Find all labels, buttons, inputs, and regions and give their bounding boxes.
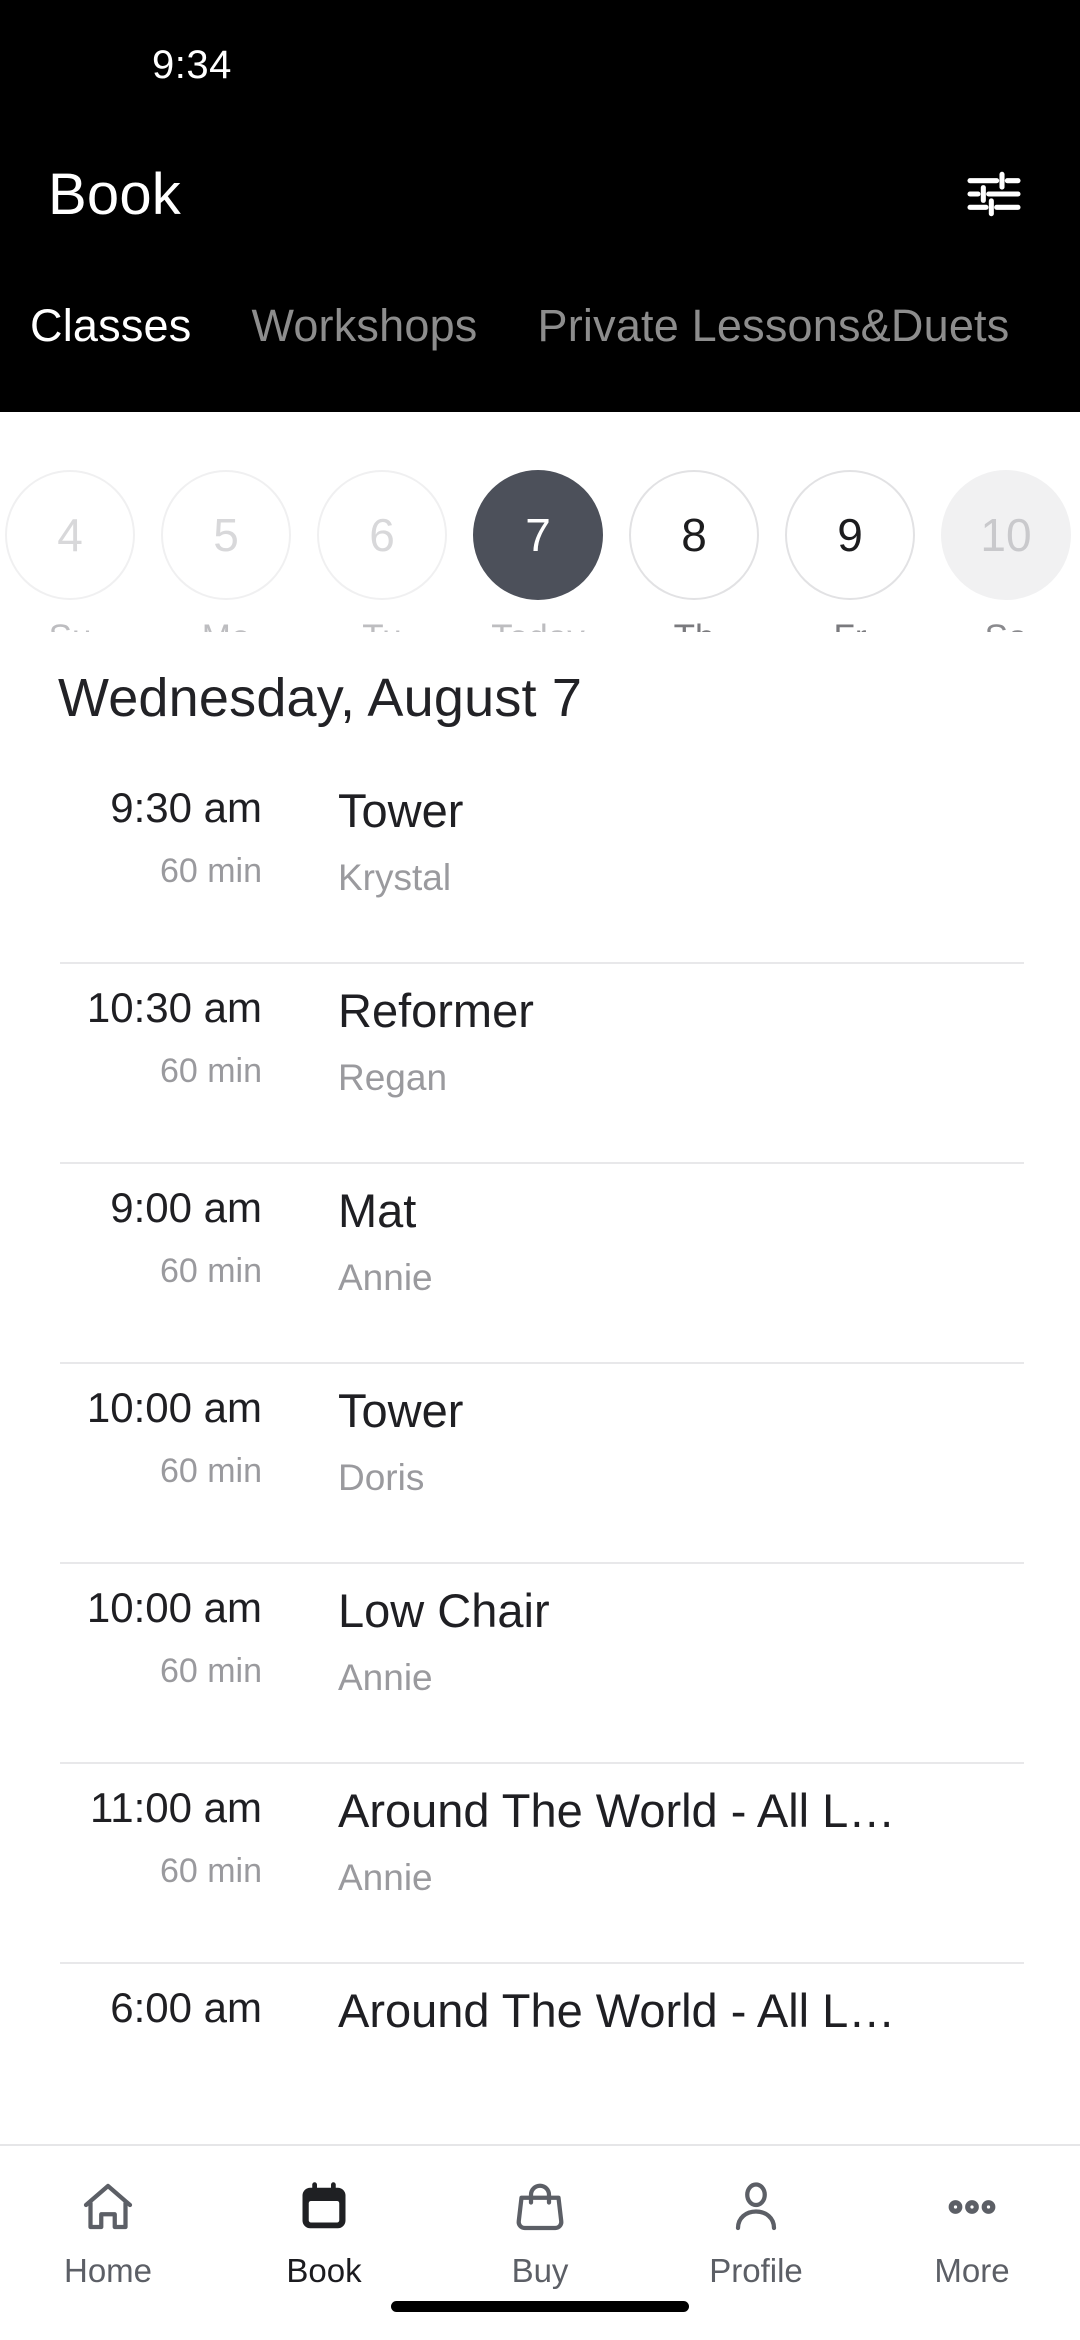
status-bar-clock: 9:34 (152, 42, 232, 87)
date-cell-6[interactable]: 6 Tu (304, 470, 460, 632)
app-header: 9:34 Book Classes Workshops Private Less… (0, 0, 1080, 412)
class-instructor: Doris (338, 1456, 425, 1498)
nav-label: Buy (511, 2252, 569, 2289)
class-info-column: Around The World - All L… (280, 1986, 1080, 2057)
status-bar: 9:34 (0, 0, 1080, 130)
date-weekday-label: Fr (833, 618, 866, 632)
class-time-column: 9:00 am 60 min (0, 1184, 280, 1291)
nav-item-book[interactable]: Book (216, 2170, 432, 2290)
class-time-column: 10:00 am 60 min (0, 1384, 280, 1491)
date-number: 9 (785, 470, 915, 600)
date-weekday-label: Today (491, 618, 584, 632)
nav-item-more[interactable]: More (864, 2170, 1080, 2290)
date-number: 6 (317, 470, 447, 600)
tab-classes[interactable]: Classes (0, 300, 221, 352)
class-duration: 60 min (159, 852, 262, 891)
class-instructor: Krystal (338, 856, 452, 898)
three-dots-icon (942, 2170, 1002, 2244)
class-instructor: Annie (338, 1856, 433, 1898)
class-time: 9:30 am (110, 784, 262, 831)
class-time-column: 10:00 am 60 min (0, 1584, 280, 1691)
tab-bar: Classes Workshops Private Lessons&Duets (0, 258, 1080, 378)
class-time-column: 9:30 am 60 min (0, 784, 280, 891)
class-duration: 60 min (159, 1252, 262, 1291)
class-duration: 60 min (159, 1652, 262, 1691)
class-name: Around The World - All L… (338, 1786, 896, 1837)
date-number: 7 (473, 470, 603, 600)
class-time-column: 10:30 am 60 min (0, 984, 280, 1091)
class-list-item[interactable]: 11:00 am 60 min Around The World - All L… (0, 1764, 1080, 1964)
date-weekday-label: Mo (202, 618, 251, 632)
class-list-item[interactable]: 10:00 am 60 min Tower Doris (0, 1364, 1080, 1564)
class-time: 10:00 am (86, 1584, 262, 1631)
class-time: 10:30 am (86, 984, 262, 1031)
class-time: 10:00 am (86, 1384, 262, 1431)
class-instructor: Annie (338, 1256, 433, 1298)
nav-label: Book (286, 2252, 362, 2289)
nav-item-profile[interactable]: Profile (648, 2170, 864, 2290)
date-cell-7-today[interactable]: 7 Today (460, 470, 616, 632)
class-list-item[interactable]: 9:30 am 60 min Tower Krystal (0, 764, 1080, 964)
date-cell-4[interactable]: 4 Su (0, 470, 148, 632)
home-indicator (391, 2301, 689, 2312)
class-duration: 60 min (159, 1852, 262, 1891)
date-weekday-label: Su (49, 618, 92, 632)
date-number: 8 (629, 470, 759, 600)
date-cell-5[interactable]: 5 Mo (148, 470, 304, 632)
class-info-column: Low Chair Annie (280, 1586, 1080, 1699)
class-info-column: Mat Annie (280, 1186, 1080, 1299)
calendar-icon (294, 2170, 354, 2244)
tab-workshops[interactable]: Workshops (221, 300, 507, 352)
nav-item-buy[interactable]: Buy (432, 2170, 648, 2290)
class-name: Tower (338, 786, 464, 837)
date-weekday-label: Tu (362, 618, 402, 632)
date-number: 5 (161, 470, 291, 600)
class-list-item[interactable]: 10:30 am 60 min Reformer Regan (0, 964, 1080, 1164)
tab-private-lessons-duets[interactable]: Private Lessons&Duets (508, 300, 1040, 352)
nav-label: Profile (709, 2252, 803, 2289)
app-root: 9:34 Book Classes Workshops Private Less… (0, 0, 1080, 2340)
date-cell-10[interactable]: 10 Sa (928, 470, 1080, 632)
class-duration: 60 min (159, 1052, 262, 1091)
class-name: Around The World - All L… (338, 1986, 896, 2037)
tune-sliders-icon (962, 162, 1026, 226)
class-name: Low Chair (338, 1586, 550, 1637)
class-name: Tower (338, 1386, 464, 1437)
class-info-column: Reformer Regan (280, 986, 1080, 1099)
date-weekday-label: Th (674, 618, 715, 632)
date-cell-9[interactable]: 9 Fr (772, 470, 928, 632)
nav-label: More (934, 2252, 1010, 2289)
date-strip[interactable]: 4 Su 5 Mo 6 Tu 7 Today 8 Th 9 Fr 10 Sa (0, 412, 1080, 632)
person-icon (726, 2170, 786, 2244)
class-list-item[interactable]: 9:00 am 60 min Mat Annie (0, 1164, 1080, 1364)
class-time: 11:00 am (90, 1784, 262, 1831)
home-icon (78, 2170, 138, 2244)
filter-button[interactable] (956, 156, 1032, 232)
class-instructor: Annie (338, 1656, 433, 1698)
class-instructor: Regan (338, 1056, 448, 1098)
class-info-column: Tower Doris (280, 1386, 1080, 1499)
date-cell-8[interactable]: 8 Th (616, 470, 772, 632)
class-info-column: Tower Krystal (280, 786, 1080, 899)
class-list-item[interactable]: 6:00 am Around The World - All L… (0, 1964, 1080, 2164)
class-time-column: 11:00 am 60 min (0, 1784, 280, 1891)
class-time: 6:00 am (110, 1984, 262, 2031)
class-list-item[interactable]: 10:00 am 60 min Low Chair Annie (0, 1564, 1080, 1764)
class-time-column: 6:00 am (0, 1984, 280, 2052)
selected-date-heading: Wednesday, August 7 (58, 668, 583, 728)
nav-label: Home (63, 2252, 153, 2289)
shopping-bag-icon (510, 2170, 570, 2244)
class-info-column: Around The World - All L… Annie (280, 1786, 1080, 1899)
class-name: Reformer (338, 986, 534, 1037)
date-weekday-label: Sa (985, 618, 1028, 632)
nav-item-home[interactable]: Home (0, 2170, 216, 2290)
date-number: 10 (941, 470, 1071, 600)
class-name: Mat (338, 1186, 417, 1237)
class-list[interactable]: 9:30 am 60 min Tower Krystal 10:30 am 60… (0, 764, 1080, 2340)
title-bar: Book (0, 130, 1080, 258)
page-title: Book (48, 161, 181, 227)
class-duration: 60 min (159, 1452, 262, 1491)
class-time: 9:00 am (110, 1184, 262, 1231)
date-number: 4 (5, 470, 135, 600)
